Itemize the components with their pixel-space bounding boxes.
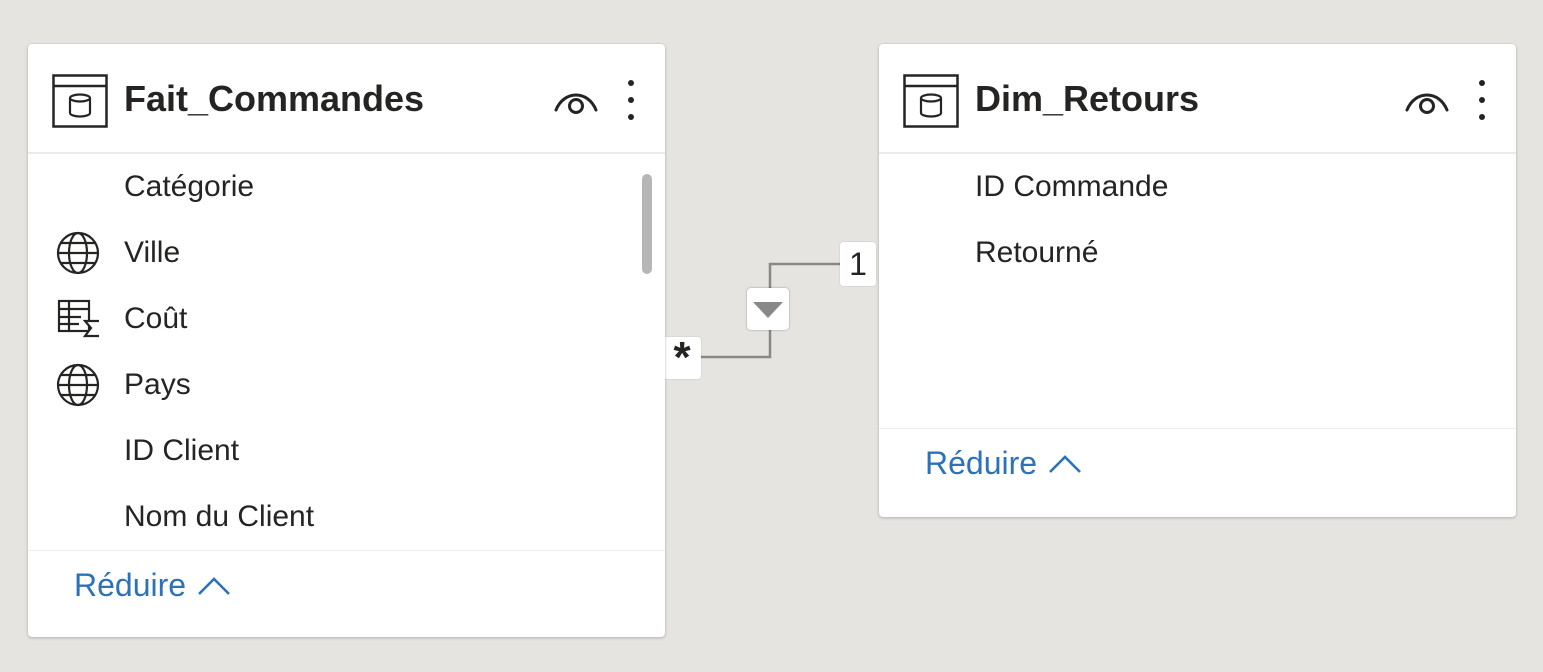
globe-icon	[56, 231, 100, 275]
sum-table-icon	[57, 299, 99, 338]
field-label: Pays	[124, 368, 191, 401]
collapse-label: Réduire	[74, 567, 187, 603]
globe-icon	[56, 363, 100, 407]
collapse-button[interactable]: Réduire	[925, 445, 1083, 482]
table-card-header: Fait_Commandes	[28, 44, 665, 154]
table-card-dim-retours[interactable]: Dim_Retours ID Commande Retourné Réduire	[879, 44, 1516, 517]
table-card-footer: Réduire	[879, 428, 1516, 517]
field-item[interactable]: Retourné	[879, 220, 1516, 286]
cardinality-one-label: 1	[840, 242, 876, 286]
field-label: Nom du Client	[124, 500, 315, 533]
field-label: ID Commande	[975, 170, 1169, 203]
table-icon	[52, 74, 108, 128]
eye-icon	[554, 93, 598, 114]
filter-direction-button[interactable]	[747, 288, 789, 330]
field-item[interactable]: Coût	[28, 286, 665, 352]
field-item[interactable]: ID Client	[28, 418, 665, 484]
field-item[interactable]: Pays	[28, 352, 665, 418]
field-label: Retourné	[975, 236, 1099, 269]
table-icon	[903, 74, 959, 128]
table-card-footer: Réduire	[28, 550, 665, 637]
visibility-button[interactable]	[552, 82, 600, 118]
field-label: ID Client	[124, 434, 240, 467]
chevron-up-icon	[198, 576, 230, 595]
field-label: Catégorie	[124, 170, 255, 203]
collapse-button[interactable]: Réduire	[74, 567, 232, 604]
table-card-header: Dim_Retours	[879, 44, 1516, 154]
field-item[interactable]: Catégorie	[28, 154, 665, 220]
table-title: Dim_Retours	[975, 78, 1200, 119]
field-label: Coût	[124, 302, 188, 335]
field-item[interactable]: ID Commande	[879, 154, 1516, 220]
more-vertical-icon	[1479, 80, 1485, 120]
more-options-button[interactable]	[1472, 78, 1492, 122]
collapse-label: Réduire	[925, 445, 1038, 481]
table-card-fait-commandes[interactable]: Fait_Commandes Catégorie Ville Coût Pays…	[28, 44, 665, 637]
scrollbar-thumb[interactable]	[642, 174, 652, 274]
triangle-down-icon	[753, 302, 783, 318]
chevron-up-icon	[1049, 454, 1081, 473]
more-options-button[interactable]	[621, 78, 641, 122]
eye-icon	[1405, 93, 1449, 114]
visibility-button[interactable]	[1403, 82, 1451, 118]
cardinality-many-label: *	[663, 333, 701, 382]
field-item[interactable]: Nom du Client	[28, 484, 665, 550]
field-label: Ville	[124, 236, 181, 269]
more-vertical-icon	[628, 80, 634, 120]
field-list[interactable]: Catégorie Ville Coût Pays ID Client Nom …	[28, 154, 665, 550]
field-list[interactable]: ID Commande Retourné	[879, 154, 1516, 428]
field-item[interactable]: Ville	[28, 220, 665, 286]
table-title: Fait_Commandes	[124, 78, 425, 119]
